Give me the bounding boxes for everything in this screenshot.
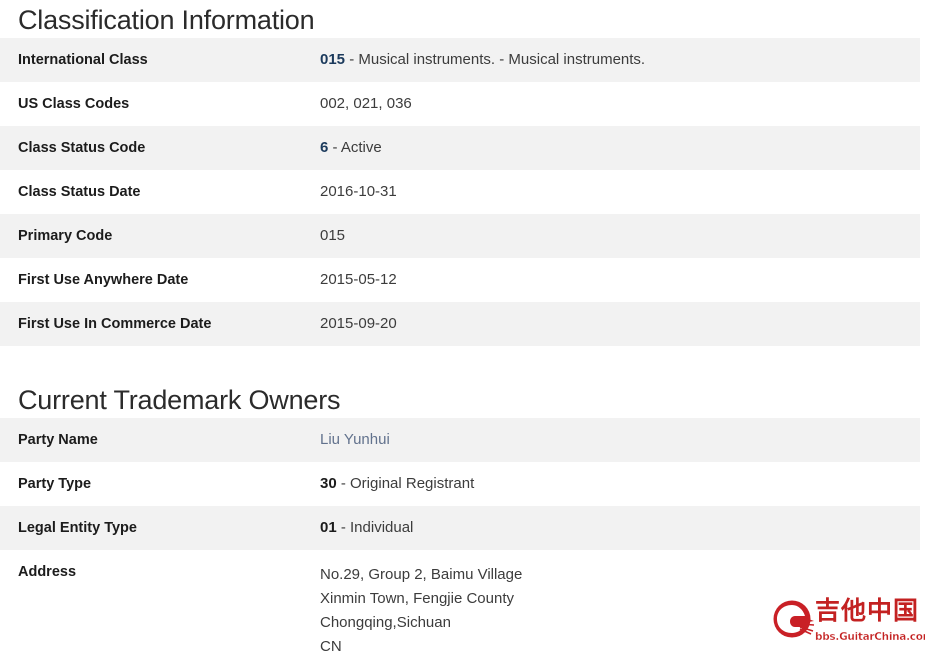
row-label: Primary Code	[18, 228, 113, 244]
table-row: Party Type 30 - Original Registrant	[0, 462, 920, 506]
class-code: 015	[320, 51, 346, 68]
table-row: Primary Code 015	[0, 214, 920, 258]
row-value: 2016-10-31	[320, 183, 397, 200]
address-line: No.29, Group 2, Baimu Village	[320, 566, 523, 583]
table-row: Address No.29, Group 2, Baimu Village Xi…	[0, 550, 920, 672]
party-type-text: - Original Registrant	[336, 475, 475, 492]
row-value: 002, 021, 036	[320, 95, 412, 112]
classification-table: International Class 015 - Musical instru…	[0, 38, 920, 346]
row-label: Address	[18, 564, 77, 580]
row-value: 015	[320, 227, 346, 244]
page-title-classification: Classification Information	[18, 5, 315, 35]
row-value: Liu Yunhui	[320, 418, 920, 462]
row-label: Legal Entity Type	[18, 520, 137, 536]
row-label: First Use In Commerce Date	[18, 316, 212, 332]
party-type-code: 30	[320, 475, 337, 492]
row-value: 6 - Active	[320, 126, 920, 170]
row-value: 015 - Musical instruments. - Musical ins…	[320, 38, 920, 82]
row-value: 2015-09-20	[320, 315, 397, 332]
owners-table: Party Name Liu Yunhui Party Type 30 - Or…	[0, 418, 920, 672]
address-line: Chongqing,Sichuan	[320, 614, 451, 631]
row-value: 01 - Individual	[320, 506, 920, 550]
row-label: Party Type	[18, 476, 92, 492]
table-row: Class Status Date 2016-10-31	[0, 170, 920, 214]
table-row: Legal Entity Type 01 - Individual	[0, 506, 920, 550]
row-value: 30 - Original Registrant	[320, 462, 920, 506]
legal-entity-code: 01	[320, 519, 337, 536]
table-row: First Use In Commerce Date 2015-09-20	[0, 302, 920, 346]
status-code-text: - Active	[328, 139, 382, 156]
table-row: Party Name Liu Yunhui	[0, 418, 920, 462]
party-name-link[interactable]: Liu Yunhui	[320, 431, 390, 448]
row-label: Class Status Date	[18, 184, 141, 200]
row-label: Class Status Code	[18, 140, 146, 156]
row-value: 2015-05-12	[320, 271, 397, 288]
table-row: International Class 015 - Musical instru…	[0, 38, 920, 82]
table-row: First Use Anywhere Date 2015-05-12	[0, 258, 920, 302]
row-label: International Class	[18, 52, 148, 68]
row-label: Party Name	[18, 432, 98, 448]
class-code-text: - Musical instruments. - Musical instrum…	[345, 51, 646, 68]
row-label: US Class Codes	[18, 96, 130, 112]
page-title-owners: Current Trademark Owners	[18, 385, 341, 415]
row-label: First Use Anywhere Date	[18, 272, 189, 288]
address-line: CN	[320, 638, 342, 655]
page-root: Classification Information International…	[0, 0, 925, 672]
address-line: Xinmin Town, Fengjie County	[320, 590, 514, 607]
row-value-address: No.29, Group 2, Baimu Village Xinmin Tow…	[320, 550, 920, 672]
table-row: US Class Codes 002, 021, 036	[0, 82, 920, 126]
table-row: Class Status Code 6 - Active	[0, 126, 920, 170]
legal-entity-text: - Individual	[336, 519, 414, 536]
